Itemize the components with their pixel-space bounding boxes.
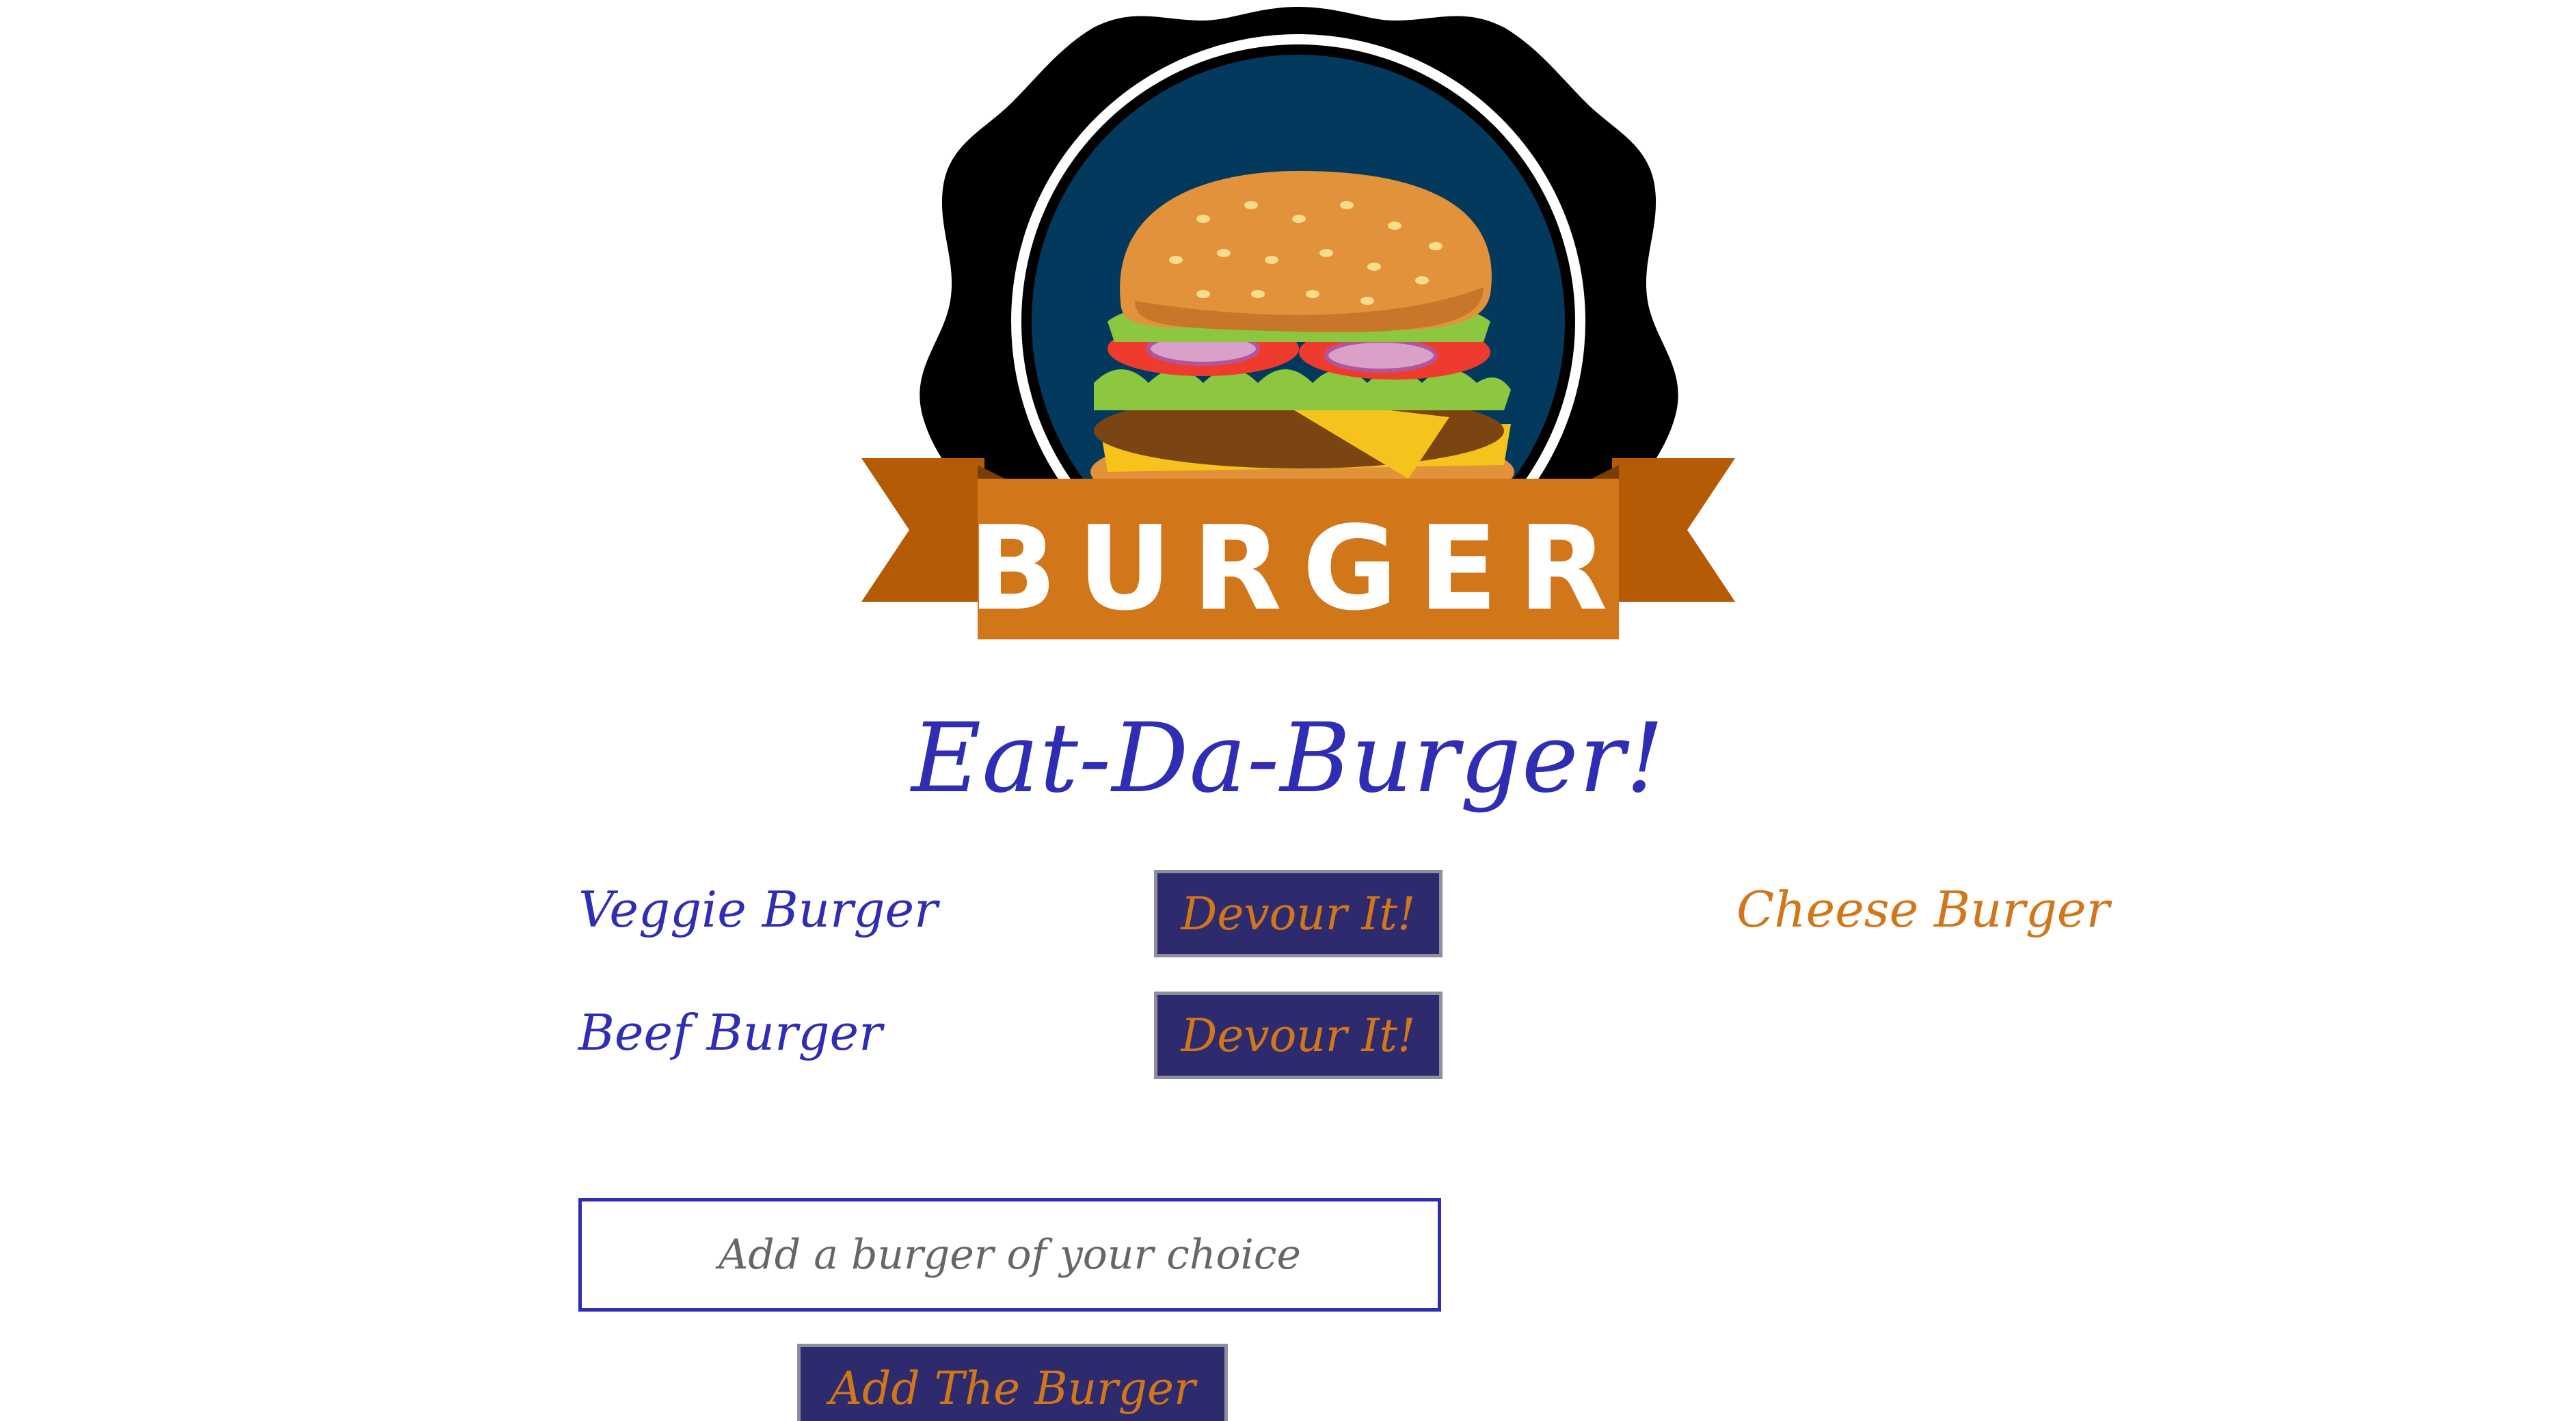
burger-item-name: Beef Burger [578, 1004, 883, 1061]
page-title: Eat-Da-Burger! [911, 703, 1665, 814]
devour-button[interactable]: Devour It! [1154, 870, 1443, 957]
add-burger-button[interactable]: Add The Burger [797, 1344, 1228, 1421]
burger-item-name: Veggie Burger [578, 881, 938, 938]
burger-logo: BURGER [848, 0, 1749, 643]
logo-text: BURGER [968, 501, 1628, 637]
add-burger-input[interactable] [578, 1198, 1441, 1312]
devoured-burger-name: Cheese Burger [1736, 881, 2110, 938]
burger-logo-image: BURGER [861, 7, 1735, 639]
devour-button[interactable]: Devour It! [1154, 992, 1443, 1079]
